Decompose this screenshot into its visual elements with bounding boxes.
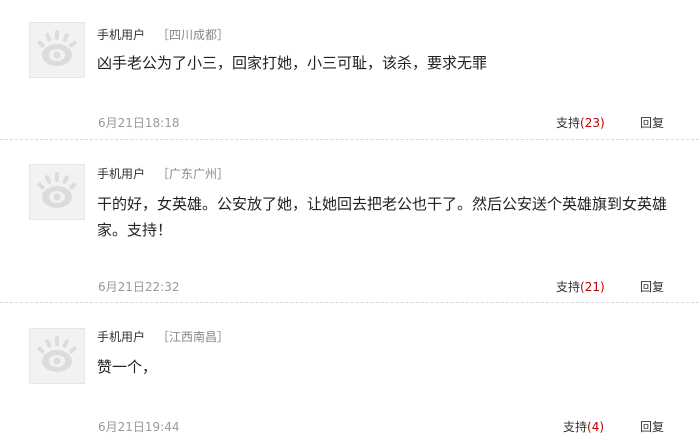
support-button[interactable]: 支持(23): [556, 114, 605, 131]
avatar[interactable]: [29, 164, 85, 220]
user-line: 手机用户 ［广东广州］: [97, 165, 229, 182]
avatar[interactable]: [29, 22, 85, 78]
avatar[interactable]: [29, 328, 85, 384]
comment-item: 手机用户 ［四川成都］ 凶手老公为了小三，回家打她，小三可耻，该杀，要求无罪 6月…: [0, 0, 699, 140]
reply-button[interactable]: 回复: [640, 278, 664, 295]
comment-time: 6月21日19:44: [98, 420, 180, 434]
default-avatar-icon: [30, 329, 84, 383]
comment-item: 手机用户 ［江西南昌］ 赞一个， 6月21日19:44 支持(4) 回复: [0, 304, 699, 444]
default-avatar-icon: [30, 23, 84, 77]
support-count: (21): [580, 280, 605, 294]
reply-button[interactable]: 回复: [640, 114, 664, 131]
default-avatar-icon: [30, 165, 84, 219]
support-count: (23): [580, 116, 605, 130]
comment-time: 6月21日18:18: [98, 116, 180, 130]
support-button[interactable]: 支持(21): [556, 278, 605, 295]
support-label: 支持: [556, 116, 581, 130]
support-label: 支持: [556, 280, 581, 294]
comment-text: 赞一个，: [97, 358, 158, 376]
support-label: 支持: [563, 420, 588, 434]
user-name[interactable]: 手机用户: [97, 167, 145, 181]
comment-item: 手机用户 ［广东广州］ 干的好，女英雄。公安放了她，让她回去把老公也干了。然后公安…: [0, 141, 699, 303]
user-location: ［江西南昌］: [157, 330, 230, 344]
user-location: ［四川成都］: [157, 28, 230, 42]
user-line: 手机用户 ［江西南昌］: [97, 328, 229, 345]
user-name[interactable]: 手机用户: [97, 330, 145, 344]
support-button[interactable]: 支持(4): [563, 418, 604, 435]
reply-button[interactable]: 回复: [640, 418, 664, 435]
user-location: ［广东广州］: [157, 167, 230, 181]
support-count: (4): [587, 420, 605, 434]
comment-text: 干的好，女英雄。公安放了她，让她回去把老公也干了。然后公安送个英雄旗到女英雄家。…: [97, 195, 668, 239]
user-name[interactable]: 手机用户: [97, 28, 145, 42]
comment-time: 6月21日22:32: [98, 280, 180, 294]
comment-text: 凶手老公为了小三，回家打她，小三可耻，该杀，要求无罪: [97, 54, 488, 72]
user-line: 手机用户 ［四川成都］: [97, 26, 229, 43]
